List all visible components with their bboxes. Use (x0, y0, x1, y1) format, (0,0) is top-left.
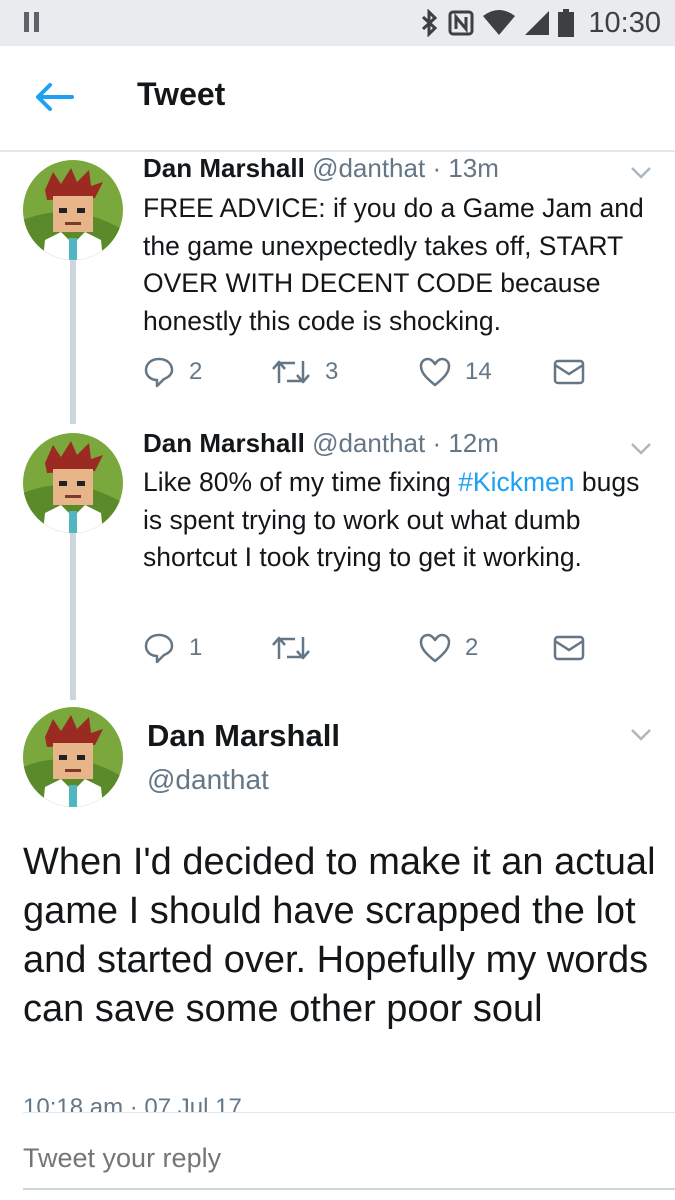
author-handle[interactable]: @danthat (312, 153, 425, 183)
tweet-actions: 2 3 14 (143, 352, 603, 392)
chevron-down-icon[interactable] (630, 728, 652, 742)
reply-button[interactable]: 1 (143, 628, 202, 668)
heart-icon (419, 357, 451, 387)
reply-button[interactable]: 2 (143, 352, 202, 392)
avatar[interactable] (23, 433, 123, 533)
avatar[interactable] (23, 160, 123, 260)
author-name[interactable]: Dan Marshall (147, 718, 340, 754)
hashtag-link[interactable]: #Kickmen (458, 467, 574, 497)
avatar[interactable] (23, 707, 123, 807)
like-count: 14 (465, 358, 492, 385)
heart-icon (419, 633, 451, 663)
tweet-time: · 12m (432, 428, 499, 458)
like-button[interactable]: 2 (419, 628, 478, 668)
tweet-header: Dan Marshall @danthat · 13m (143, 153, 499, 184)
tweet-text: When I'd decided to make it an actual ga… (23, 841, 656, 1030)
status-bar: 10:30 (0, 0, 675, 46)
reply-count: 1 (189, 634, 203, 661)
app-header: Tweet (0, 46, 675, 152)
like-button[interactable]: 14 (419, 352, 492, 392)
bluetooth-icon (422, 9, 438, 37)
clock: 10:30 (588, 6, 661, 39)
chevron-down-icon[interactable] (630, 166, 652, 180)
reply-count: 2 (189, 358, 203, 385)
tweet-actions: 1 2 (143, 628, 603, 668)
tweet-timestamp: 10:18 am · 07 Jul 17 (23, 1094, 242, 1112)
battery-icon (558, 9, 575, 37)
author-name[interactable]: Dan Marshall (143, 428, 305, 458)
author-handle[interactable]: @danthat (147, 764, 269, 796)
like-count: 2 (465, 634, 479, 661)
tweet-text: FREE ADVICE: if you do a Game Jam and th… (143, 193, 644, 336)
envelope-icon (553, 359, 585, 385)
tweet-header: Dan Marshall @danthat · 12m (143, 428, 499, 459)
direct-message-button[interactable] (553, 628, 585, 668)
back-arrow-icon[interactable] (34, 82, 74, 112)
retweet-button[interactable] (271, 628, 325, 668)
retweet-count: 3 (325, 358, 339, 385)
thread-connector (70, 252, 76, 424)
author-name[interactable]: Dan Marshall (143, 153, 305, 183)
wifi-icon (483, 10, 516, 35)
tweet-time: · 13m (432, 153, 499, 183)
retweet-button[interactable]: 3 (271, 352, 338, 392)
cell-signal-icon (525, 11, 550, 35)
retweet-icon (272, 360, 310, 384)
reply-input[interactable] (23, 1138, 643, 1178)
envelope-icon (553, 635, 585, 661)
reply-icon (144, 633, 174, 664)
page-title: Tweet (137, 76, 226, 112)
nfc-icon (448, 10, 474, 36)
reply-icon (144, 357, 174, 388)
author-handle[interactable]: @danthat (312, 428, 425, 458)
direct-message-button[interactable] (553, 352, 585, 392)
divider (23, 1112, 675, 1113)
reply-underline (23, 1188, 675, 1190)
tweet-text: Like 80% of my time fixing #Kickmen bugs… (143, 464, 663, 577)
thread-connector (70, 524, 76, 700)
retweet-icon (272, 636, 310, 660)
pause-icon (24, 12, 40, 32)
tweet-text-part: Like 80% of my time fixing (143, 467, 459, 497)
chevron-down-icon[interactable] (630, 442, 652, 456)
